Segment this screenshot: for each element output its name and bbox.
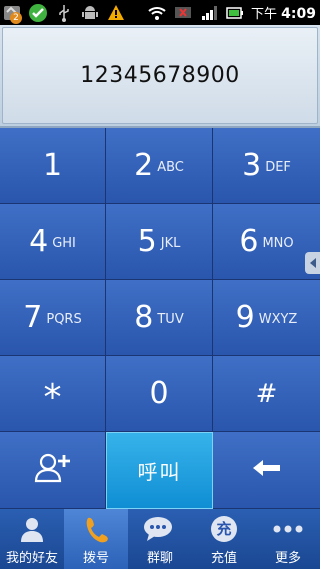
key-digit: 1 [42,148,63,183]
chat-bubbles-icon [143,514,177,544]
warning-icon [106,3,126,23]
key-star[interactable]: * [0,356,106,432]
time-prefix: 下午 [251,7,278,22]
key-digit: 5 [137,224,157,259]
key-8[interactable]: 8 TUV [106,280,213,356]
key-digit: 4 [29,224,49,259]
key-letters: ABC [157,160,184,175]
recharge-icon-glyph: 充 [211,516,237,542]
bottom-tab-bar: 我的好友 拨号 群聊 充 充值 更多 [0,509,320,569]
key-9[interactable]: 9 WXYZ [213,280,320,356]
battery-icon [225,3,245,23]
call-button[interactable]: 呼叫 [106,432,213,509]
notification-badge: 2 [10,11,22,24]
wifi-icon [147,3,167,23]
key-letters: JKL [160,236,181,251]
key-7[interactable]: 7 PQRS [0,280,106,356]
key-letters: DEF [265,160,291,175]
recharge-icon: 充 [211,514,237,544]
key-digit: # [255,378,278,409]
app-notification-icon: 2 [2,3,22,24]
tab-friends[interactable]: 我的好友 [0,509,64,569]
key-3[interactable]: 3 DEF [213,128,320,204]
status-bar: 2 下午 4:09 [0,0,320,25]
key-6[interactable]: 6 MNO [213,204,320,280]
android-icon [80,3,100,23]
status-clock: 下午 4:09 [251,3,316,22]
key-letters: PQRS [46,312,82,327]
no-signal-data-icon [173,3,193,23]
phone-icon [83,514,109,544]
tab-label: 拨号 [82,551,109,566]
key-4[interactable]: 4 GHI [0,204,106,280]
check-icon [28,3,48,23]
tab-label: 群聊 [146,551,173,566]
side-drawer-handle[interactable] [305,252,320,274]
more-dots-icon [272,514,304,544]
key-digit: 7 [23,300,43,335]
key-2[interactable]: 2 ABC [106,128,213,204]
key-digit: 6 [239,224,259,259]
key-digit: 3 [242,148,262,183]
key-digit: 2 [134,148,154,183]
tab-recharge[interactable]: 充 充值 [192,509,256,569]
backspace-arrow-icon [252,459,282,481]
backspace-button[interactable] [213,432,320,509]
usb-icon [54,3,74,23]
key-digit: 8 [134,300,154,335]
key-digit: 9 [235,300,255,335]
tab-group-chat[interactable]: 群聊 [128,509,192,569]
tab-label: 更多 [274,551,301,566]
key-letters: WXYZ [258,312,298,327]
number-display: 12345678900 [0,25,320,128]
key-letters: TUV [157,312,184,327]
key-5[interactable]: 5 JKL [106,204,213,280]
tab-label: 我的好友 [5,551,58,566]
tab-more[interactable]: 更多 [256,509,320,569]
key-1[interactable]: 1 [0,128,106,204]
key-letters: MNO [262,236,294,251]
tab-dial[interactable]: 拨号 [64,509,128,569]
add-contact-icon [33,452,73,488]
call-label: 呼叫 [137,460,182,484]
add-contact-button[interactable] [0,432,106,509]
key-hash[interactable]: # [213,356,320,432]
key-digit: * [43,377,62,418]
dial-keypad: 1 2 ABC 3 DEF 4 GHI 5 JKL 6 MNO 7 PQRS 8… [0,128,320,509]
person-icon [18,514,46,544]
time: 4:09 [281,6,316,22]
key-letters: GHI [52,236,76,251]
signal-strength-icon [199,3,219,23]
key-digit: 0 [149,376,169,411]
key-0[interactable]: 0 [106,356,213,432]
dialed-number[interactable]: 12345678900 [80,63,239,88]
chevron-left-icon [309,254,317,273]
tab-label: 充值 [210,551,237,566]
